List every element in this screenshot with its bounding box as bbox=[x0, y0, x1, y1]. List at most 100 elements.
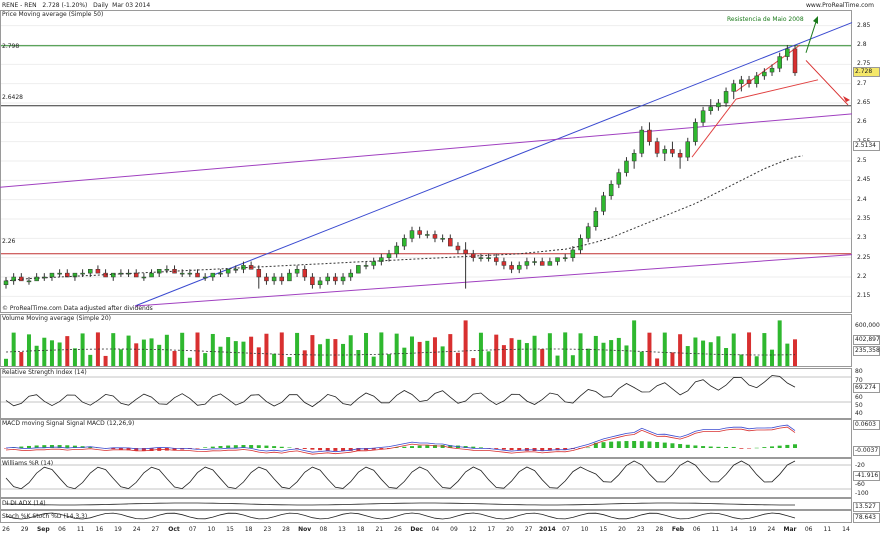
volume-bar bbox=[448, 334, 453, 366]
x-axis-tick: Feb bbox=[671, 526, 685, 533]
candle-body bbox=[179, 272, 185, 275]
volume-bar bbox=[701, 340, 706, 366]
macd-histogram-bar bbox=[409, 446, 414, 448]
rsi-tick-5: 40 bbox=[855, 410, 863, 417]
x-axis-tick: Sep bbox=[36, 526, 50, 533]
candle-body bbox=[562, 257, 568, 259]
volume-bar bbox=[19, 352, 24, 366]
macd-histogram-bar bbox=[785, 444, 790, 448]
volume-bar bbox=[547, 333, 552, 366]
price-y-tick: 2.7 bbox=[857, 79, 867, 87]
candle-body bbox=[739, 79, 744, 84]
x-axis-tick: 09 bbox=[450, 526, 458, 533]
x-axis-tick: 10 bbox=[207, 526, 216, 533]
x-axis-tick: 29 bbox=[20, 526, 29, 533]
macd-histogram-bar bbox=[632, 441, 637, 448]
chart-header: RENE - REN 2.728 (-1.20%) Daily Mar 03 2… bbox=[2, 2, 150, 9]
candle-body bbox=[264, 276, 269, 282]
macd-histogram-bar bbox=[731, 446, 736, 448]
macd-histogram-bar bbox=[195, 448, 200, 449]
volume-bar bbox=[126, 335, 131, 366]
macd-histogram-bar bbox=[478, 447, 483, 448]
macd-histogram-bar bbox=[318, 448, 323, 451]
price-y-tick: 2.45 bbox=[857, 176, 871, 184]
volume-bar bbox=[111, 333, 116, 366]
price-footer: © ProRealTime.com Data adjusted after di… bbox=[2, 305, 153, 312]
stoch-legend: Stoch %K Stoch %D (14,3,3) bbox=[2, 513, 88, 520]
candle-body bbox=[80, 272, 85, 275]
volume-bar bbox=[524, 343, 529, 366]
macd-histogram-bar bbox=[793, 444, 797, 448]
candle-body bbox=[777, 56, 782, 69]
x-axis-tick: 06 bbox=[58, 526, 66, 533]
x-axis-tick: 20 bbox=[618, 526, 626, 533]
chart-canvas bbox=[0, 10, 853, 523]
candle-body bbox=[731, 83, 736, 92]
volume-bar bbox=[241, 341, 246, 366]
volume-bar bbox=[609, 340, 614, 366]
macd-histogram-bar bbox=[302, 448, 307, 449]
candle-body bbox=[700, 110, 706, 123]
williams-tick-3: -60 bbox=[855, 481, 865, 488]
macd-histogram-bar bbox=[777, 445, 782, 448]
candle-body bbox=[356, 265, 361, 274]
candle-body bbox=[210, 272, 216, 278]
candle-body bbox=[501, 261, 507, 266]
x-axis-tick: Oct bbox=[168, 526, 180, 533]
x-axis-tick: 06 bbox=[692, 526, 701, 533]
macd-histogram-bar bbox=[624, 441, 629, 448]
volume-bar bbox=[402, 347, 407, 366]
volume-bar bbox=[478, 332, 483, 366]
candle-body bbox=[547, 261, 553, 266]
volume-bar bbox=[532, 335, 537, 366]
volume-bar bbox=[103, 355, 108, 366]
candle-body bbox=[754, 75, 759, 84]
candle-body bbox=[133, 272, 139, 278]
macd-histogram-bar bbox=[693, 445, 698, 448]
x-axis-tick: 15 bbox=[599, 526, 608, 533]
candle-body bbox=[478, 257, 484, 259]
candle-body bbox=[639, 129, 645, 154]
volume-bar bbox=[501, 345, 506, 366]
volume-bar bbox=[172, 351, 177, 366]
macd-histogram-bar bbox=[226, 445, 231, 448]
rsi-panel bbox=[0, 368, 852, 419]
x-axis-tick: 27 bbox=[151, 526, 160, 533]
x-axis-tick: 12 bbox=[468, 526, 477, 533]
x-axis-tick: 28 bbox=[655, 526, 664, 533]
volume-bar bbox=[685, 346, 690, 366]
x-axis-tick: Nov bbox=[298, 526, 312, 533]
volume-box-2: 235,358 bbox=[853, 346, 880, 356]
candle-body bbox=[233, 269, 239, 271]
volume-bar bbox=[509, 338, 514, 366]
candle-body bbox=[256, 269, 262, 278]
volume-bar bbox=[4, 358, 8, 366]
candle-body bbox=[448, 238, 453, 247]
volume-bar bbox=[195, 332, 200, 366]
macd-histogram-bar bbox=[685, 444, 690, 448]
volume-bar bbox=[295, 332, 300, 366]
candle-body bbox=[532, 261, 537, 263]
candle-body bbox=[371, 261, 376, 266]
candle-body bbox=[333, 276, 338, 282]
x-axis-tick: 23 bbox=[636, 526, 645, 533]
x-axis-tick: 2014 bbox=[538, 526, 556, 533]
x-axis-tick: 26 bbox=[2, 526, 10, 533]
volume-bar bbox=[26, 334, 31, 366]
x-axis-tick: 14 bbox=[842, 526, 850, 533]
symbol-label: RENE - REN bbox=[2, 2, 37, 9]
macd-histogram-bar bbox=[716, 446, 721, 448]
candle-body bbox=[386, 253, 392, 258]
candle-body bbox=[785, 48, 790, 57]
candle-body bbox=[570, 249, 576, 258]
volume-bar bbox=[364, 332, 369, 366]
candle-body bbox=[141, 276, 147, 279]
macd-histogram-bar bbox=[770, 446, 775, 448]
williams-tick-1: -20 bbox=[855, 462, 865, 469]
volume-bar bbox=[486, 351, 491, 366]
x-axis-tick: 27 bbox=[524, 526, 533, 533]
candle-body bbox=[585, 226, 591, 239]
volume-bar bbox=[647, 332, 652, 366]
candle-body bbox=[294, 269, 300, 274]
volume-bar bbox=[333, 339, 338, 366]
